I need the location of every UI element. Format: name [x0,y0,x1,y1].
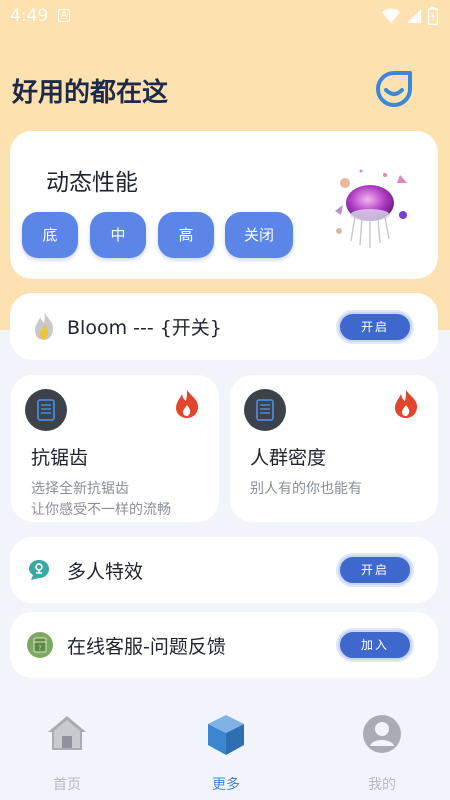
bloom-flame-icon [35,312,54,340]
bloom-enable-button[interactable]: 开启 [338,312,412,342]
chat-bubble-icon [29,560,49,580]
perf-high-button[interactable]: 高 [158,212,214,258]
fire-icon [395,390,418,418]
crowd-density-title: 人群密度 [250,447,327,469]
signal-icon [407,9,421,23]
nav-profile[interactable]: 我的 [332,712,432,800]
nav-home[interactable]: 首页 [17,712,117,800]
document-icon [25,389,67,431]
crowd-density-card[interactable]: 人群密度 别人有的你也能有 [230,375,438,522]
notification-a-icon: A [58,9,70,22]
status-icons [382,7,438,25]
anti-aliasing-card[interactable]: 抗锯齿 选择全新抗锯齿 让你感受不一样的流畅 [11,375,219,522]
battery-icon [428,7,438,25]
perf-off-button[interactable]: 关闭 [225,212,293,258]
nav-profile-label: 我的 [368,777,396,793]
performance-title: 动态性能 [46,170,138,196]
user-icon [363,715,401,753]
crowd-density-sub-line-1: 别人有的你也能有 [250,481,362,497]
svg-text:?: ? [38,645,41,652]
perf-medium-button[interactable]: 中 [90,212,146,258]
anti-aliasing-sub-line-2: 让你感受不一样的流畅 [31,502,171,518]
bloom-toggle-row: Bloom --- {开关} 开启 [10,293,438,360]
performance-card: 动态性能 底 中 高 关闭 [10,131,438,279]
perf-low-button[interactable]: 底 [22,212,78,258]
fire-icon [176,390,199,418]
multi-person-enable-button[interactable]: 开启 [338,555,412,585]
status-bar: 4:49 A [0,0,450,32]
customer-service-label: 在线客服-问题反馈 [67,635,226,658]
customer-service-row: ? 在线客服-问题反馈 加入 [10,612,438,678]
anti-aliasing-sub-line-1: 选择全新抗锯齿 [31,481,129,497]
page-title: 好用的都在这 [12,78,169,108]
feedback-box-icon: ? [27,632,53,658]
customer-service-join-button[interactable]: 加入 [338,630,412,660]
crowd-density-subtitle: 别人有的你也能有 [250,479,362,500]
bloom-label: Bloom --- {开关} [67,317,222,339]
document-icon [244,389,286,431]
anti-aliasing-subtitle: 选择全新抗锯齿 让你感受不一样的流畅 [31,479,171,521]
bottom-navigation: 首页 更多 我的 [0,700,450,800]
nav-more-label: 更多 [212,777,240,793]
nav-home-label: 首页 [53,777,81,793]
smile-logo-icon [376,71,412,107]
jellyfish-illustration-icon [335,169,407,248]
multi-person-effects-row: 多人特效 开启 [10,537,438,603]
home-icon [48,716,86,750]
wifi-icon [382,8,400,23]
status-time: 4:49 [10,6,49,26]
cube-icon [208,715,244,755]
anti-aliasing-title: 抗锯齿 [31,447,89,469]
nav-more[interactable]: 更多 [176,712,276,800]
multi-person-effects-label: 多人特效 [67,560,144,583]
